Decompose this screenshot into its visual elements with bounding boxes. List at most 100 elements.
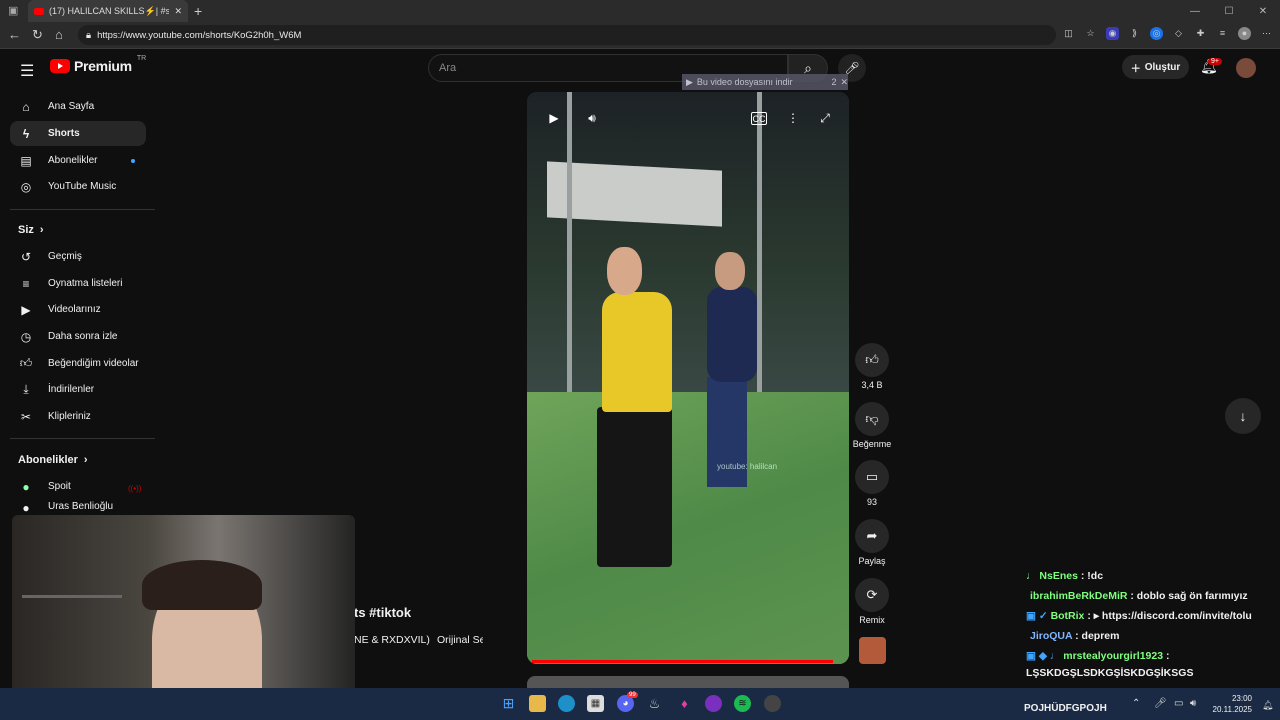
new-tab-button[interactable]: + <box>194 3 202 19</box>
comments-button[interactable]: ▭ <box>855 460 889 494</box>
arrow-down-icon: ↓ <box>1239 408 1247 424</box>
extension-icon[interactable]: ◎ <box>1150 27 1163 40</box>
obs-icon[interactable] <box>764 695 781 712</box>
close-window-icon[interactable]: ✕ <box>1246 6 1280 17</box>
extensions-toolbar: ◫ ☆ ◉ ⟫ ◎ ◇ ✚ ≡ ● ⋯ ✦ <box>1062 27 1280 40</box>
maximize-icon[interactable]: ☐ <box>1212 6 1246 17</box>
sidebar-item-clips[interactable]: ✂ Klipleriniz <box>10 404 146 429</box>
extensions-puzzle-icon[interactable]: ✚ <box>1194 27 1207 40</box>
system-clock[interactable]: 23:00 20.11.2025 <box>1210 693 1252 715</box>
volume-tray-icon[interactable]: 🔊︎ <box>1190 698 1196 709</box>
sidebar-item-channel[interactable]: ● Spoit <box>10 474 146 499</box>
sidebar-item-label: Klipleriniz <box>48 411 91 422</box>
share-label: Paylaş <box>858 556 886 566</box>
extension-icon[interactable]: ◉ <box>1106 27 1119 40</box>
heading-label: Siz <box>18 224 34 236</box>
notifications-badge: 9+ <box>1208 58 1222 65</box>
music-icon: ◎ <box>20 179 32 194</box>
chat-badge-icon: ♩ <box>1026 570 1040 582</box>
tray-chevron-icon[interactable]: ⌃ <box>1132 698 1140 709</box>
extension-icon[interactable]: ⟫ <box>1128 27 1141 40</box>
create-button[interactable]: ＋ Oluştur <box>1122 55 1189 79</box>
close-download-icon[interactable]: ✕ <box>840 77 848 88</box>
sidebar-item-watch-later[interactable]: ◷ Daha sonra izle <box>10 324 146 349</box>
captions-icon[interactable]: CC <box>751 112 767 125</box>
divider <box>10 438 155 439</box>
sidebar-item-history[interactable]: ↺ Geçmiş <box>10 244 146 269</box>
share-icon: ➦ <box>866 528 878 543</box>
refresh-icon[interactable]: ↻ <box>32 27 43 43</box>
video-background <box>527 92 849 392</box>
sidebar-item-youtube-music[interactable]: ◎ YouTube Music <box>10 174 146 199</box>
minimize-icon[interactable]: — <box>1178 6 1212 17</box>
extension-icon[interactable]: ◇ <box>1172 27 1185 40</box>
more-options-icon[interactable]: ⋮ <box>783 108 803 128</box>
video-referee <box>607 247 642 295</box>
comment-icon: ▭ <box>865 469 879 484</box>
download-video-bar[interactable]: ▶ Bu video dosyasını indir 2 ✕ <box>682 74 848 90</box>
favorite-star-icon[interactable]: ☆ <box>1084 27 1097 40</box>
like-button[interactable]: 👍︎ <box>855 343 889 377</box>
sidebar-item-channel[interactable]: ● Uras Benlioğlu <box>10 501 146 515</box>
spotify-icon[interactable]: ≋ <box>734 695 751 712</box>
app-icon[interactable]: ♦ <box>676 695 693 712</box>
microphone-tray-icon[interactable]: 🎤︎ <box>1154 698 1167 709</box>
url-field[interactable]: 🔒︎ https://www.youtube.com/shorts/KoG2h0… <box>78 25 1056 45</box>
home-browser-icon[interactable]: ⌂ <box>55 27 63 42</box>
sidebar-item-shorts[interactable]: ϟ Shorts <box>10 121 146 146</box>
sidebar-heading-subscriptions[interactable]: Abonelikler › <box>18 454 88 466</box>
share-button[interactable]: ➦ <box>855 519 889 553</box>
back-icon[interactable]: ← <box>8 27 21 42</box>
search-placeholder: Ara <box>439 62 457 74</box>
next-short-preview[interactable] <box>527 676 849 688</box>
sidebar-item-home[interactable]: ⌂ Ana Sayfa <box>10 94 146 119</box>
chat-text: : !dc <box>1077 570 1104 582</box>
windows-start-icon[interactable]: ⊞ <box>500 695 517 712</box>
sidebar-item-downloads[interactable]: ⤓ İndirilenler <box>10 377 146 402</box>
video-fence-post <box>567 92 572 392</box>
split-icon[interactable]: ◫ <box>1062 27 1075 40</box>
app-icon[interactable] <box>705 695 722 712</box>
profile-icon[interactable]: ● <box>1238 27 1251 40</box>
sidebar-item-subscriptions[interactable]: ▤ Abonelikler <box>10 148 146 173</box>
store-icon[interactable]: ▦ <box>587 695 604 712</box>
notification-center-icon[interactable]: 🔔︎ <box>1262 700 1273 711</box>
file-explorer-icon[interactable] <box>529 695 546 712</box>
new-content-dot <box>131 159 135 163</box>
remix-icon: ⟳ <box>866 587 878 602</box>
collections-icon[interactable]: ≡ <box>1216 27 1229 40</box>
edge-browser-icon[interactable] <box>558 695 575 712</box>
video-progress-bar[interactable] <box>532 660 833 663</box>
chat-badge-icon: ▣ ◆ ♩ <box>1026 650 1064 662</box>
steam-icon[interactable]: ♨ <box>646 695 663 712</box>
channel-thumbnail[interactable] <box>859 637 886 664</box>
short-video-player[interactable]: youtube: halilcan <box>527 92 849 664</box>
browser-tab-bar <box>0 0 1280 22</box>
remix-button[interactable]: ⟳ <box>855 578 889 612</box>
chat-user: JiroQUA <box>1030 630 1073 642</box>
dislike-button[interactable]: 👎︎ <box>855 402 889 436</box>
sidebar-item-your-videos[interactable]: ▶ Videolarınız <box>10 297 146 322</box>
chat-message: ▣ ◆ ♩ mrstealyourgirl1923 : <box>1026 650 1169 662</box>
youtube-favicon-icon <box>34 7 44 15</box>
network-icon[interactable]: ▭ <box>1174 698 1183 709</box>
avatar[interactable] <box>1236 58 1256 78</box>
volume-icon[interactable]: 🔊︎ <box>582 108 602 128</box>
sidebar-item-liked-videos[interactable]: 👍︎ Beğendiğim videolar <box>10 351 146 376</box>
hamburger-menu-icon[interactable]: ☰ <box>20 61 34 81</box>
youtube-logo[interactable]: Premium TR <box>50 55 146 74</box>
sidebar-item-playlists[interactable]: ≡ Oynatma listeleri <box>10 271 146 296</box>
window-icon[interactable]: ▣ <box>8 4 18 17</box>
video-fence-post <box>757 92 762 422</box>
browser-tab[interactable]: (17) HALILCAN SKILLS⚡| #shorts ✕ <box>28 0 188 22</box>
play-icon[interactable]: ▶ <box>544 108 564 128</box>
chat-message: JiroQUA : deprem <box>1030 630 1119 642</box>
more-menu-icon[interactable]: ⋯ <box>1260 27 1273 40</box>
sidebar-heading-you[interactable]: Siz › <box>18 224 44 236</box>
fullscreen-icon[interactable]: ⤢ <box>815 108 835 128</box>
chat-badge-icon: ▣ ✓ <box>1026 610 1051 622</box>
video-referee <box>602 292 672 412</box>
next-short-button[interactable]: ↓ <box>1225 398 1261 434</box>
close-tab-icon[interactable]: ✕ <box>174 6 182 17</box>
chevron-right-icon: › <box>83 454 88 466</box>
